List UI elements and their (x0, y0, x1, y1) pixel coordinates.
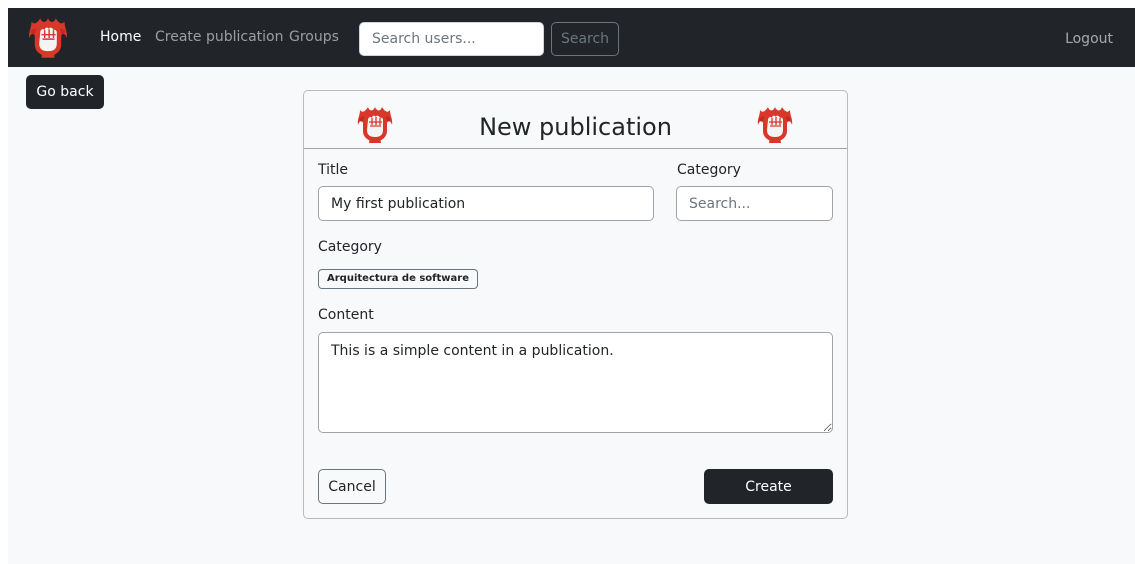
go-back-button[interactable]: Go back (26, 75, 104, 109)
new-publication-card: New publication Title Category Category … (303, 90, 848, 519)
top-navbar: Home Create publication Groups Search Lo… (8, 8, 1135, 67)
title-input[interactable] (318, 186, 654, 221)
selected-category-label: Category (318, 239, 382, 255)
content-label: Content (318, 307, 374, 323)
create-button[interactable]: Create (704, 469, 833, 504)
category-search-label: Category (677, 162, 741, 178)
card-header: New publication (304, 91, 847, 149)
flaming-fist-right-icon (755, 105, 795, 145)
flaming-fist-logo-icon[interactable] (26, 16, 70, 60)
search-users-input[interactable] (359, 22, 544, 56)
title-label: Title (318, 162, 349, 178)
nav-groups-link[interactable]: Groups (289, 29, 339, 45)
cancel-button[interactable]: Cancel (318, 469, 386, 504)
nav-home-link[interactable]: Home (100, 29, 141, 45)
content-textarea[interactable]: This is a simple content in a publicatio… (318, 332, 833, 433)
category-badge[interactable]: Arquitectura de software (318, 269, 479, 289)
app-frame: Home Create publication Groups Search Lo… (8, 8, 1135, 564)
search-button[interactable]: Search (551, 22, 619, 56)
logout-link[interactable]: Logout (1065, 31, 1113, 47)
nav-create-publication-link[interactable]: Create publication (155, 29, 284, 45)
category-search-input[interactable] (676, 186, 833, 221)
